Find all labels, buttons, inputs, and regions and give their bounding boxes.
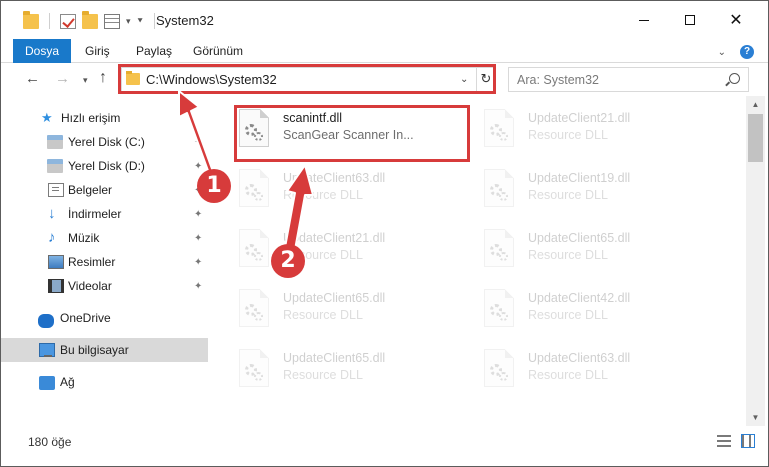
file-explorer-window: ▾ ⯆ System32 ✕ Dosya Giriş Paylaş Görünü… <box>0 0 769 467</box>
step-1-badge: 1 <box>197 169 231 203</box>
arrow-1 <box>178 90 216 180</box>
annotation-arrows <box>178 90 314 256</box>
step-2-badge: 2 <box>271 244 305 278</box>
arrow-2 <box>283 164 314 256</box>
